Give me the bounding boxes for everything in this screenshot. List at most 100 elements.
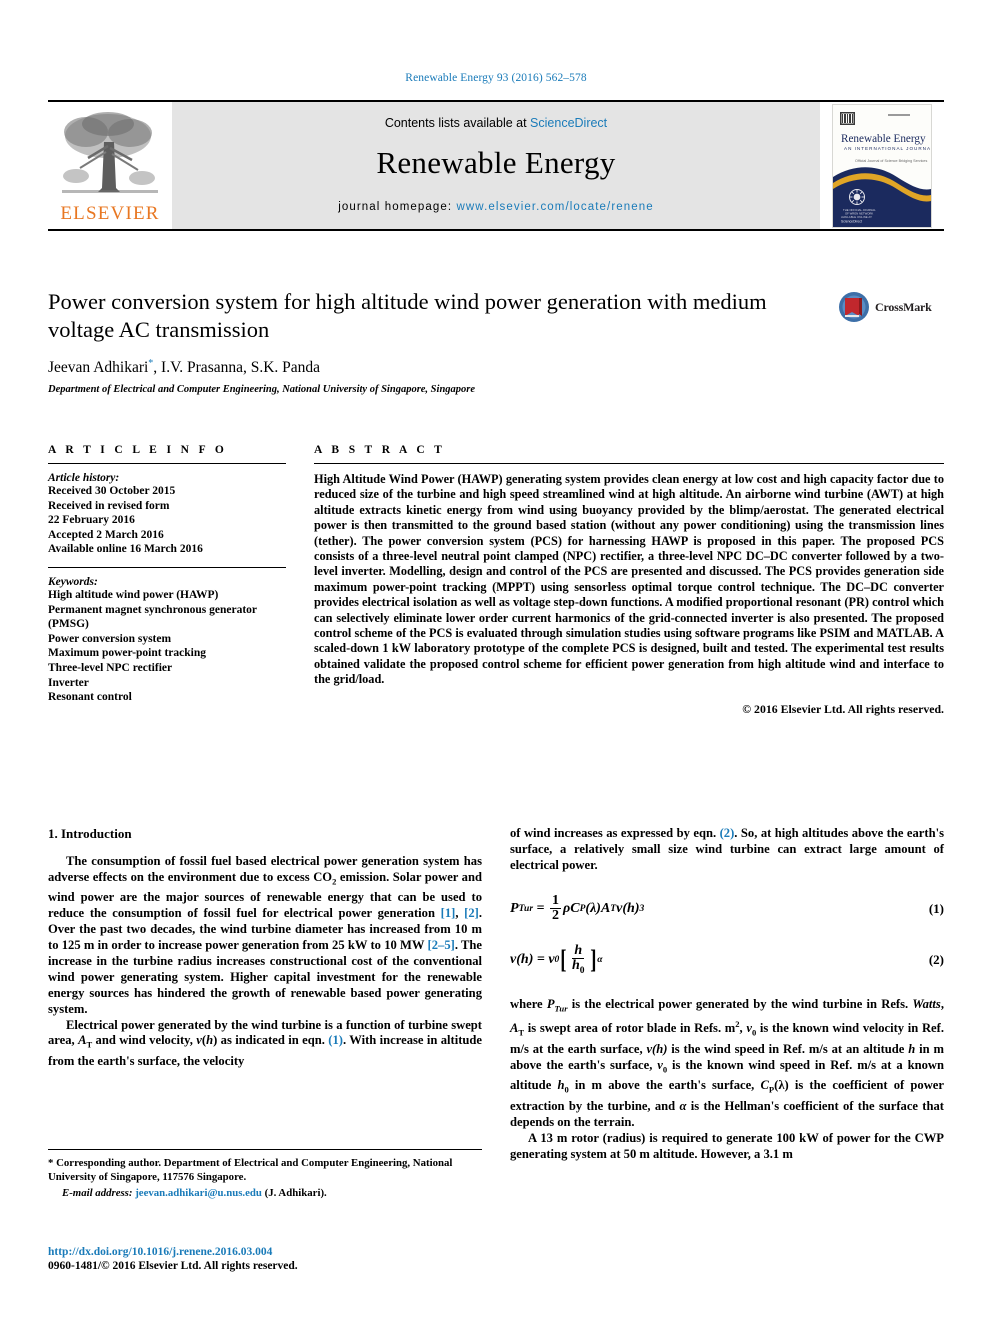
elsevier-wordmark: ELSEVIER	[60, 203, 160, 224]
keyword-item: Power conversion system	[48, 632, 172, 645]
keyword-item: Maximum power-point tracking	[48, 647, 207, 660]
svg-text:AN INTERNATIONAL JOURNAL: AN INTERNATIONAL JOURNAL	[844, 146, 931, 151]
equation-1-number: (1)	[928, 900, 944, 916]
equation-2-expression: v(h) = v 0[h h0] α	[510, 942, 603, 977]
equation-1-row: P Tur = 1 2 ρ C P (λ) A Tv(h) 3 (1)	[510, 892, 944, 924]
history-item: Accepted 2 March 2016	[48, 528, 164, 541]
keywords-heading: Keywords:	[48, 575, 98, 588]
nom-ptur-sub: Tur	[554, 1003, 568, 1014]
masthead-right: Renewable Energy AN INTERNATIONAL JOURNA…	[820, 102, 944, 229]
footnote-region: * Corresponding author. Department of El…	[48, 1149, 482, 1201]
homepage-url[interactable]: www.elsevier.com/locate/renene	[456, 201, 653, 213]
article-history-heading: Article history:	[48, 472, 120, 484]
intro-paragraph-1: The consumption of fossil fuel based ele…	[48, 854, 482, 1018]
abstract-heading: A B S T R A C T	[314, 444, 446, 456]
nom-vh: v(h)	[646, 1042, 668, 1057]
article-info-column: A R T I C L E I N F O Article history: R…	[48, 444, 286, 717]
nom-t2: ,	[940, 997, 944, 1012]
article-info-heading: A R T I C L E I N F O	[48, 444, 228, 456]
svg-text:Renewable Energy: Renewable Energy	[841, 133, 926, 145]
journal-cover-thumbnail: Renewable Energy AN INTERNATIONAL JOURNA…	[832, 103, 932, 228]
right-paragraph-2: A 13 m rotor (radius) is required to gen…	[510, 1130, 944, 1161]
intro-p2-part-b: and wind velocity,	[92, 1033, 197, 1048]
svg-text:Official Journal of Science Br: Official Journal of Science Bridging Ser…	[855, 159, 927, 163]
nom-t1: is the electrical power generated by the…	[567, 997, 913, 1012]
crossmark-label: CrossMark	[875, 299, 932, 314]
doi-link[interactable]: http://dx.doi.org/10.1016/j.renene.2016.…	[48, 1246, 548, 1258]
abstract-text: High Altitude Wind Power (HAWP) generati…	[314, 472, 944, 687]
citation-ref-1[interactable]: [1]	[441, 906, 456, 920]
email-note: E-mail address: jeevan.adhikari@u.nus.ed…	[48, 1187, 482, 1201]
elsevier-tree-icon	[62, 112, 158, 193]
intro-paragraph-2: Electrical power generated by the wind t…	[48, 1017, 483, 1068]
email-link[interactable]: jeevan.adhikari@u.nus.edu	[135, 1187, 262, 1199]
crossmark-badge[interactable]: CrossMark	[838, 290, 942, 324]
history-item: Available online 16 March 2016	[48, 543, 203, 556]
info-abstract-region: A R T I C L E I N F O Article history: R…	[48, 444, 944, 717]
equation-1-expression: P Tur = 1 2 ρ C P (λ) A Tv(h) 3	[510, 892, 645, 924]
citation-ref-2-5[interactable]: [2–5]	[428, 938, 455, 952]
equation-ref-2[interactable]: (2)	[720, 826, 735, 840]
author-name-2[interactable]: I.V. Prasanna	[161, 359, 243, 376]
journal-homepage-line: journal homepage: www.elsevier.com/locat…	[338, 201, 654, 213]
equation-2-row: v(h) = v 0[h h0] α (2)	[510, 942, 944, 977]
nomenclature-paragraph: where PTur is the electrical power gener…	[510, 997, 944, 1131]
nom-t9: in m above the earth's surface,	[568, 1078, 761, 1093]
author-affiliation: Department of Electrical and Computer En…	[48, 384, 476, 396]
abstract-rule	[314, 463, 944, 464]
svg-text:ScienceDirect: ScienceDirect	[841, 219, 862, 223]
issn-copyright: 0960-1481/© 2016 Elsevier Ltd. All right…	[48, 1260, 298, 1272]
author-sep-2: ,	[242, 359, 251, 377]
email-label: E-mail address:	[62, 1187, 133, 1200]
title-block: Power conversion system for high altitud…	[48, 288, 828, 395]
corresponding-author-note: * Corresponding author. Department of El…	[48, 1157, 453, 1183]
homepage-prefix: journal homepage:	[338, 201, 457, 213]
keyword-item: Permanent magnet synchronous generator (…	[48, 603, 257, 631]
nom-t3: is swept area of rotor blade in Refs. m	[524, 1021, 736, 1036]
section-heading-introduction: 1. Introduction	[48, 826, 132, 841]
article-info-rule	[48, 463, 286, 464]
journal-title: Renewable Energy	[376, 145, 616, 180]
elsevier-logo: ELSEVIER	[48, 102, 172, 229]
right-p1-part-a: of wind increases as expressed by eqn.	[510, 826, 720, 840]
body-region: 1. Introduction The consumption of fossi…	[48, 826, 944, 1162]
nom-cp: C	[760, 1078, 769, 1093]
equation-ref-1[interactable]: (1)	[328, 1033, 343, 1047]
crossmark-icon	[839, 292, 869, 322]
history-item: 22 February 2016	[48, 514, 135, 527]
author-name-3[interactable]: S.K. Panda	[251, 359, 320, 376]
masthead-center: Contents lists available at ScienceDirec…	[172, 102, 820, 229]
nom-t6: is the wind speed in Ref. m/s at an alti…	[667, 1042, 909, 1057]
history-item: Received 30 October 2015	[48, 485, 176, 497]
contents-available-line: Contents lists available at ScienceDirec…	[385, 116, 607, 130]
keywords-rule	[48, 566, 286, 568]
body-left-column: 1. Introduction The consumption of fossi…	[48, 826, 482, 1162]
abstract-column: A B S T R A C T High Altitude Wind Power…	[314, 444, 944, 717]
nom-watts: Watts	[912, 997, 941, 1012]
intro-p2-part-c: as indicated in eqn.	[217, 1033, 329, 1048]
svg-text:AVAILABLE ONLINE AT: AVAILABLE ONLINE AT	[841, 215, 872, 219]
body-right-column: of wind increases as expressed by eqn. (…	[510, 826, 944, 1162]
keyword-item: Resonant control	[48, 691, 132, 704]
running-head: Renewable Energy 93 (2016) 562–578	[405, 72, 587, 84]
contents-prefix: Contents lists available at	[384, 116, 531, 130]
abstract-copyright: © 2016 Elsevier Ltd. All rights reserved…	[742, 701, 944, 716]
citation-ref-2[interactable]: [2]	[464, 906, 479, 920]
keyword-item: High altitude wind power (HAWP)	[48, 588, 219, 601]
email-owner: (J. Adhikari).	[264, 1187, 327, 1200]
journal-masthead: ELSEVIER Contents lists available at Sci…	[48, 100, 944, 231]
author-name-1[interactable]: Jeevan Adhikari	[48, 359, 148, 376]
imprint-region: http://dx.doi.org/10.1016/j.renene.2016.…	[48, 1246, 548, 1272]
sciencedirect-link[interactable]: ScienceDirect	[530, 116, 607, 130]
author-sep-1: ,	[153, 359, 162, 377]
history-item: Received in revised form	[48, 499, 170, 512]
equation-2-number: (2)	[928, 952, 944, 968]
nom-intro: where	[510, 997, 547, 1012]
citation-sep: ,	[455, 906, 465, 921]
paper-page: Renewable Energy 93 (2016) 562–578 ELSEV…	[0, 0, 992, 1323]
nom-cp-arg: (λ)	[774, 1078, 789, 1093]
paper-title: Power conversion system for high altitud…	[48, 289, 767, 342]
right-paragraph-1: of wind increases as expressed by eqn. (…	[510, 826, 944, 874]
journal-cover-art: Renewable Energy AN INTERNATIONAL JOURNA…	[833, 104, 931, 227]
author-list: Jeevan Adhikari*, I.V. Prasanna, S.K. Pa…	[48, 358, 828, 377]
